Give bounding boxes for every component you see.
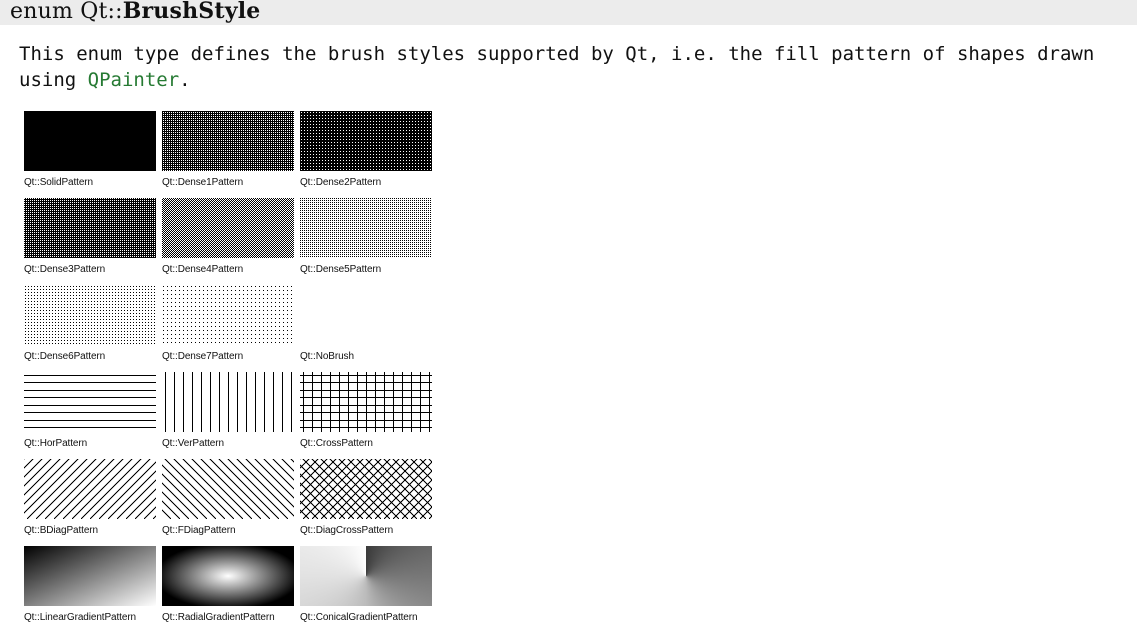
brush-swatch-cross-pattern	[300, 372, 432, 432]
brush-cell-dense2-pattern: Qt::Dense2Pattern	[300, 111, 433, 193]
brush-swatch-conical-gradient-pattern	[300, 546, 432, 606]
brush-swatch-bdiag-pattern	[24, 459, 156, 519]
brush-label-dense6-pattern: Qt::Dense6Pattern	[24, 351, 106, 362]
enum-heading: enum Qt::BrushStyle	[0, 0, 1137, 25]
brush-cell-dense4-pattern: Qt::Dense4Pattern	[162, 198, 295, 280]
enum-description: This enum type defines the brush styles …	[19, 41, 1129, 93]
brush-swatch-dense3-pattern	[24, 198, 156, 258]
brush-swatch-dense6-pattern	[24, 285, 156, 345]
qpainter-link[interactable]: QPainter	[88, 69, 180, 91]
brush-cell-diag-cross-pattern: Qt::DiagCrossPattern	[300, 459, 433, 541]
description-suffix: .	[179, 69, 191, 91]
brush-cell-solid-pattern: Qt::SolidPattern	[24, 111, 157, 193]
brush-swatch-linear-gradient-pattern	[24, 546, 156, 606]
brush-label-fdiag-pattern: Qt::FDiagPattern	[162, 525, 236, 536]
brush-swatch-radial-gradient-pattern	[162, 546, 294, 606]
brush-swatch-ver-pattern	[165, 372, 292, 432]
brush-label-dense4-pattern: Qt::Dense4Pattern	[162, 264, 244, 275]
brush-label-cross-pattern: Qt::CrossPattern	[300, 438, 373, 449]
brush-cell-dense7-pattern: Qt::Dense7Pattern	[162, 285, 295, 367]
brush-swatch-fdiag-pattern	[162, 459, 294, 519]
brush-label-dense3-pattern: Qt::Dense3Pattern	[24, 264, 106, 275]
brush-cell-cross-pattern: Qt::CrossPattern	[300, 372, 433, 454]
brush-swatch-dense7-pattern	[162, 285, 294, 345]
brush-swatch-solid-pattern	[24, 111, 156, 171]
brush-label-bdiag-pattern: Qt::BDiagPattern	[24, 525, 98, 536]
brush-label-dense2-pattern: Qt::Dense2Pattern	[300, 177, 382, 188]
brush-label-diag-cross-pattern: Qt::DiagCrossPattern	[300, 525, 394, 536]
brush-swatch-dense5-pattern	[300, 198, 432, 258]
brush-cell-dense5-pattern: Qt::Dense5Pattern	[300, 198, 433, 280]
brush-label-linear-gradient-pattern: Qt::LinearGradientPattern	[24, 612, 137, 623]
brush-swatch-hor-pattern	[24, 375, 156, 428]
brush-swatch-dense2-pattern	[300, 111, 432, 171]
brush-cell-hor-pattern: Qt::HorPattern	[24, 372, 157, 454]
brush-cell-bdiag-pattern: Qt::BDiagPattern	[24, 459, 157, 541]
brush-cell-dense3-pattern: Qt::Dense3Pattern	[24, 198, 157, 280]
brush-label-conical-gradient-pattern: Qt::ConicalGradientPattern	[300, 612, 418, 623]
brush-swatch-dense4-pattern	[162, 198, 294, 258]
enum-heading-name: BrushStyle	[122, 0, 261, 24]
brush-label-dense5-pattern: Qt::Dense5Pattern	[300, 264, 382, 275]
brush-cell-radial-gradient-pattern: Qt::RadialGradientPattern	[162, 546, 295, 628]
brush-label-dense1-pattern: Qt::Dense1Pattern	[162, 177, 244, 188]
brush-cell-linear-gradient-pattern: Qt::LinearGradientPattern	[24, 546, 157, 628]
brush-cell-conical-gradient-pattern: Qt::ConicalGradientPattern	[300, 546, 433, 628]
brush-cell-dense1-pattern: Qt::Dense1Pattern	[162, 111, 295, 193]
brush-swatch-no-brush	[300, 285, 432, 345]
enum-heading-prefix: enum Qt::	[10, 0, 123, 24]
brush-cell-ver-pattern: Qt::VerPattern	[162, 372, 295, 454]
brush-cell-dense6-pattern: Qt::Dense6Pattern	[24, 285, 157, 367]
brush-label-radial-gradient-pattern: Qt::RadialGradientPattern	[162, 612, 275, 623]
brush-label-solid-pattern: Qt::SolidPattern	[24, 177, 93, 188]
brush-swatch-dense1-pattern	[162, 111, 294, 171]
brush-cell-fdiag-pattern: Qt::FDiagPattern	[162, 459, 295, 541]
brush-label-no-brush: Qt::NoBrush	[300, 351, 354, 362]
brush-label-dense7-pattern: Qt::Dense7Pattern	[162, 351, 244, 362]
brush-cell-no-brush: Qt::NoBrush	[300, 285, 433, 367]
brush-label-ver-pattern: Qt::VerPattern	[162, 438, 224, 449]
brush-label-hor-pattern: Qt::HorPattern	[24, 438, 88, 449]
brush-swatch-diag-cross-pattern	[300, 459, 432, 519]
